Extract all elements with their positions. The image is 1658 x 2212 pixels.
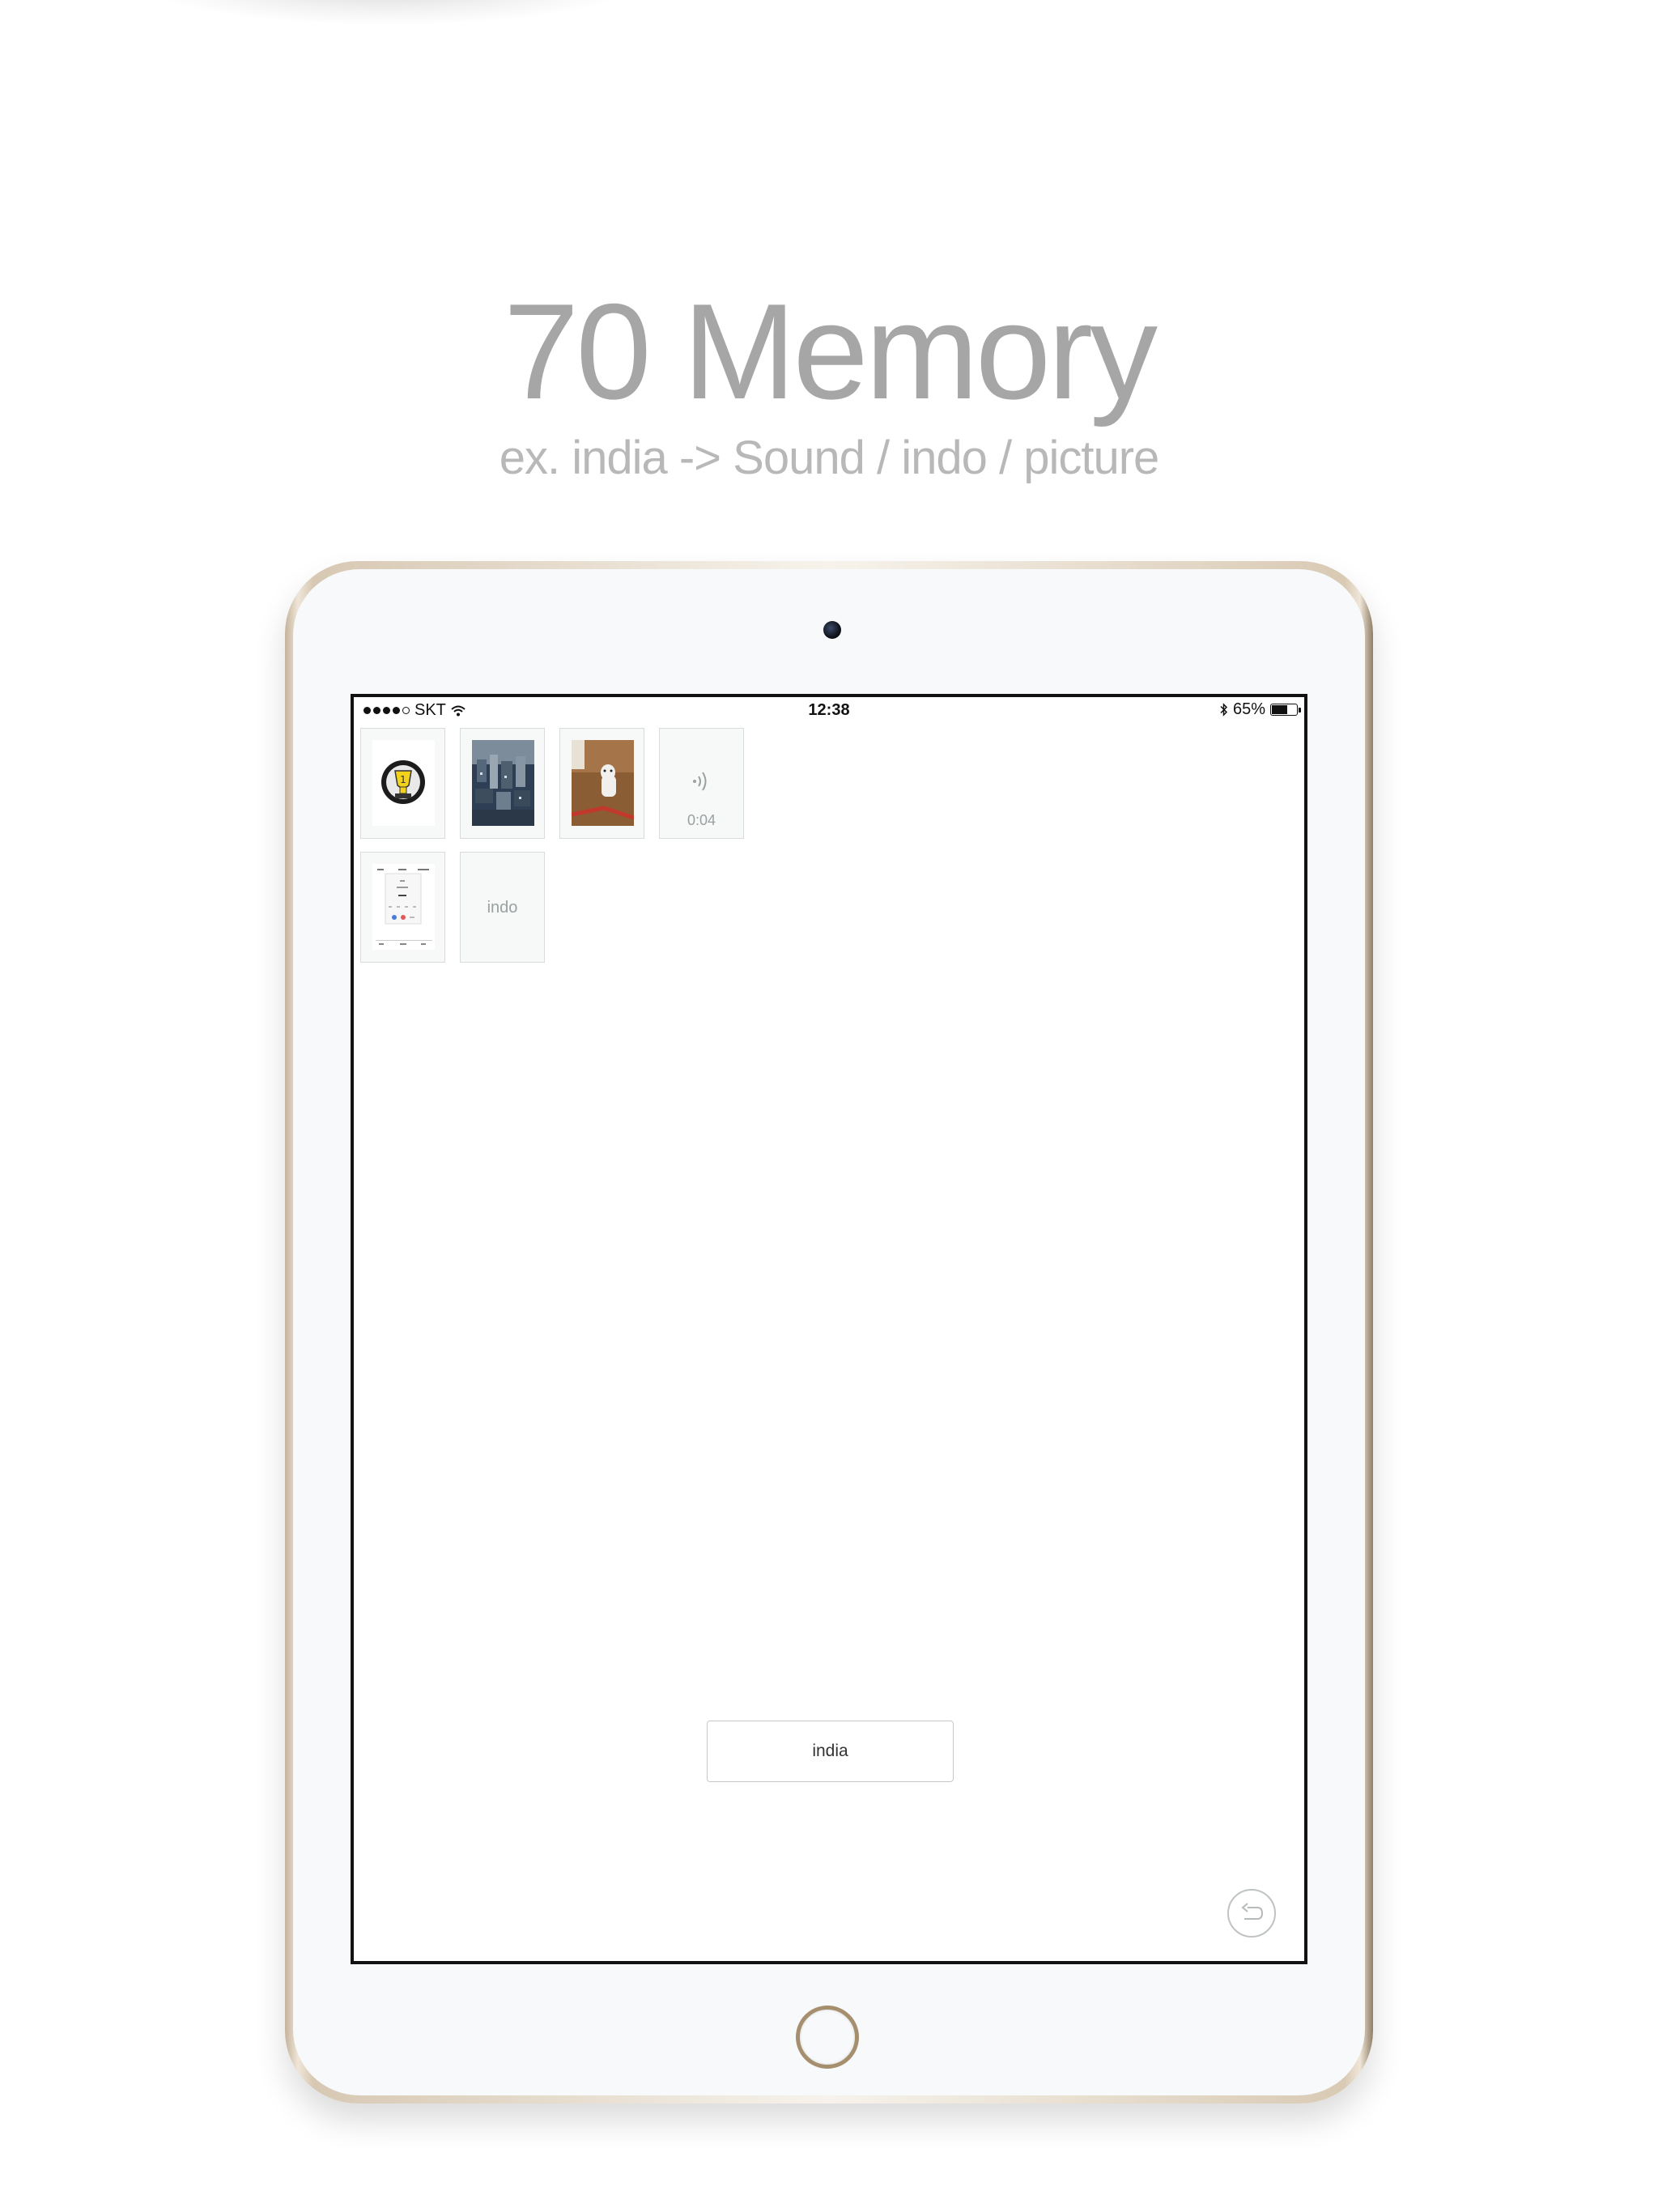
memory-card-word: indo [487,899,518,917]
dog-photo [572,740,634,826]
memory-card-text[interactable]: indo [460,852,545,963]
trophy-image: 1 [372,740,435,826]
battery-percentage: 65% [1232,700,1265,718]
sound-duration: 0:04 [687,812,716,828]
promo-headline: 70 Memory [503,275,1158,428]
answer-button[interactable]: india [707,1721,954,1782]
memory-card-trophy[interactable]: 1 [360,728,445,839]
city-aerial-photo [472,740,534,826]
sound-icon [660,768,743,802]
bluetooth-icon [1220,703,1228,717]
status-time: 12:38 [808,701,850,719]
memory-card-dog-photo[interactable] [559,728,644,839]
back-button[interactable] [1227,1889,1276,1938]
status-bar: SKT 12:38 65% [354,697,1304,721]
decorative-shadow [146,0,631,24]
memory-card-sound[interactable]: 0:04 [659,728,744,839]
home-button[interactable] [796,2006,859,2069]
screenshot-image [372,864,435,950]
app-screen: SKT 12:38 65% 1 0:04 indo india [351,694,1307,1964]
memory-card-screenshot[interactable] [360,852,445,963]
promo-subline: ex. india -> Sound / indo / picture [499,432,1160,484]
svg-text:1: 1 [400,774,406,785]
battery-icon [1270,704,1301,716]
front-camera [823,621,841,639]
return-arrow-icon [1241,1903,1264,1920]
memory-card-city-photo[interactable] [460,728,545,839]
